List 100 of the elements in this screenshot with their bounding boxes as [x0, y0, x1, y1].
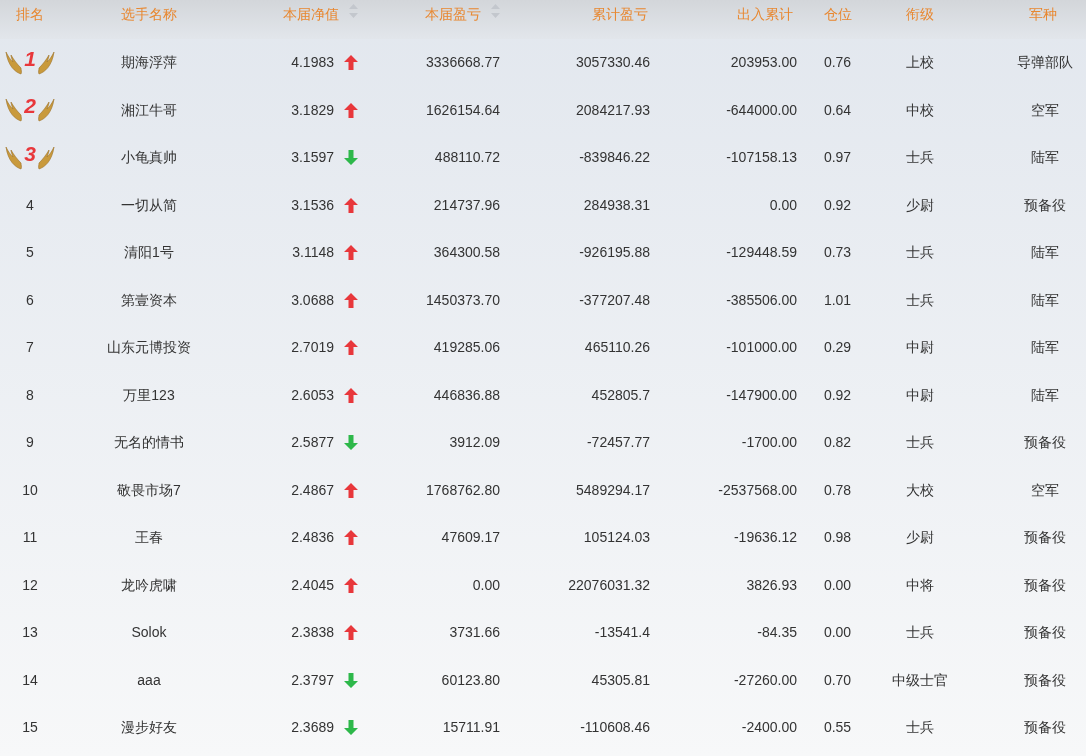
table-cell-text: 湘江牛哥: [121, 100, 177, 120]
table-cell-text: 预备役: [1024, 195, 1066, 215]
table-cell-text: 0.64: [823, 100, 852, 120]
table-cell-text: 无名的情书: [114, 433, 184, 453]
table-cell-text: -377207.48: [579, 290, 650, 310]
table-cell-text: 3.0688: [291, 290, 334, 310]
table-cell-text: 2.6053: [291, 385, 334, 405]
table-cell-text: 2.4045: [291, 575, 334, 595]
table-cell-text: -13541.4: [594, 623, 650, 643]
table-cell-text: -147900.00: [726, 385, 797, 405]
table-cell-text: 期海浮萍: [121, 53, 177, 73]
table-cell-text: 大校: [906, 480, 934, 500]
table-cell-text: 22076031.32: [568, 575, 650, 595]
table-cell-text: 0.00: [769, 195, 797, 215]
column-header: 出入累计: [737, 5, 793, 24]
table-cell-text: 10: [22, 480, 38, 500]
table-cell-text: 小龟真帅: [121, 148, 177, 168]
column-header[interactable]: 本届盈亏: [425, 4, 481, 24]
table-cell-text: 中校: [906, 100, 934, 120]
rank-number: 1: [24, 47, 36, 70]
table-cell-text: 敬畏市场7: [117, 480, 181, 500]
table-cell-text: -19636.12: [733, 528, 797, 548]
table-cell-text: 15: [22, 718, 38, 738]
table-cell-text: 284938.31: [583, 195, 650, 215]
table-cell-text: 3.1597: [291, 148, 334, 168]
table-cell-text: 2.7019: [291, 338, 334, 358]
table-cell-text: 2.4836: [291, 528, 334, 548]
column-header[interactable]: 本届净值: [283, 4, 339, 24]
rank-number: 3: [24, 142, 36, 165]
table-cell-text: 清阳1号: [124, 243, 174, 263]
table-cell-text: 5: [26, 243, 34, 263]
sort-icon[interactable]: [491, 4, 500, 18]
table-cell-text: 3.1829: [291, 100, 334, 120]
table-cell-text: 中尉: [906, 338, 934, 358]
table-cell-text: 陆军: [1031, 290, 1059, 310]
table-cell-text: 465110.26: [584, 338, 650, 358]
wing-icon: [5, 49, 23, 76]
table-cell-text: 少尉: [906, 195, 934, 215]
table-cell-text: 1626154.64: [426, 100, 500, 120]
table-cell-text: 6: [26, 290, 34, 310]
table-cell-text: 陆军: [1031, 243, 1059, 263]
table-cell-text: -839846.22: [579, 148, 650, 168]
table-cell-text: -1700.00: [741, 433, 797, 453]
table-cell-text: 2.4867: [291, 480, 334, 500]
table-cell-text: 漫步好友: [121, 718, 177, 738]
table-cell-text: 3.1536: [291, 195, 334, 215]
table-cell-text: 488110.72: [434, 148, 500, 168]
table-cell-text: -644000.00: [726, 100, 797, 120]
table-cell-text: 8: [26, 385, 34, 405]
table-cell-text: 士兵: [906, 433, 934, 453]
table-cell-text: 少尉: [906, 528, 934, 548]
table-cell-text: -2537568.00: [718, 480, 797, 500]
table-cell-text: 13: [22, 623, 38, 643]
column-header: 累计盈亏: [592, 5, 648, 24]
table-cell-text: 士兵: [906, 148, 934, 168]
table-cell-text: 龙吟虎啸: [121, 575, 177, 595]
table-cell-text: -110608.46: [580, 718, 650, 738]
table-cell-text: 419285.06: [433, 338, 500, 358]
table-cell-text: 士兵: [906, 623, 934, 643]
table-cell-text: 203953.00: [730, 53, 797, 73]
table-cell-text: -72457.77: [586, 433, 650, 453]
wing-icon: [37, 49, 55, 76]
table-cell-text: -84.35: [757, 623, 797, 643]
table-cell-text: 446836.88: [433, 385, 500, 405]
column-header: 衔级: [906, 5, 934, 24]
table-cell-text: 预备役: [1024, 575, 1066, 595]
table-cell-text: Solok: [131, 623, 167, 643]
table-cell-text: 预备役: [1024, 670, 1066, 690]
column-header: 仓位: [823, 5, 852, 24]
table-cell-text: 0.92: [823, 195, 852, 215]
table-cell-text: -129448.59: [726, 243, 797, 263]
table-cell-text: 空军: [1031, 480, 1059, 500]
table-cell-text: -926195.88: [579, 243, 650, 263]
table-cell-text: 364300.58: [433, 243, 500, 263]
wing-icon: [37, 144, 55, 171]
table-cell-text: 0.82: [823, 433, 852, 453]
table-cell-text: 0.00: [472, 575, 500, 595]
table-cell-text: 陆军: [1031, 385, 1059, 405]
table-cell-text: 2.3797: [291, 670, 334, 690]
table-cell-text: 导弹部队: [1017, 53, 1073, 73]
table-cell-text: 14: [22, 670, 38, 690]
table-cell-text: 陆军: [1031, 148, 1059, 168]
table-cell-text: 45305.81: [591, 670, 650, 690]
table-cell-text: -107158.13: [726, 148, 797, 168]
table-cell-text: 中级士官: [892, 670, 948, 690]
table-cell-text: 0.29: [823, 338, 852, 358]
table-cell-text: 11: [22, 528, 38, 548]
table-cell-text: 0.00: [823, 575, 852, 595]
sort-icon[interactable]: [349, 4, 358, 18]
table-cell-text: 15711.91: [442, 718, 500, 738]
table-cell-text: 山东元博投资: [107, 338, 191, 358]
table-cell-text: 预备役: [1024, 528, 1066, 548]
table-cell-text: 4.1983: [291, 53, 334, 73]
table-cell-text: 0.98: [823, 528, 852, 548]
table-cell-text: 0.73: [823, 243, 852, 263]
table-cell-text: 3731.66: [449, 623, 500, 643]
table-cell-text: 中将: [906, 575, 934, 595]
table-cell-text: -385506.00: [726, 290, 797, 310]
table-cell-text: 预备役: [1024, 718, 1066, 738]
table-cell-text: 王春: [135, 528, 163, 548]
